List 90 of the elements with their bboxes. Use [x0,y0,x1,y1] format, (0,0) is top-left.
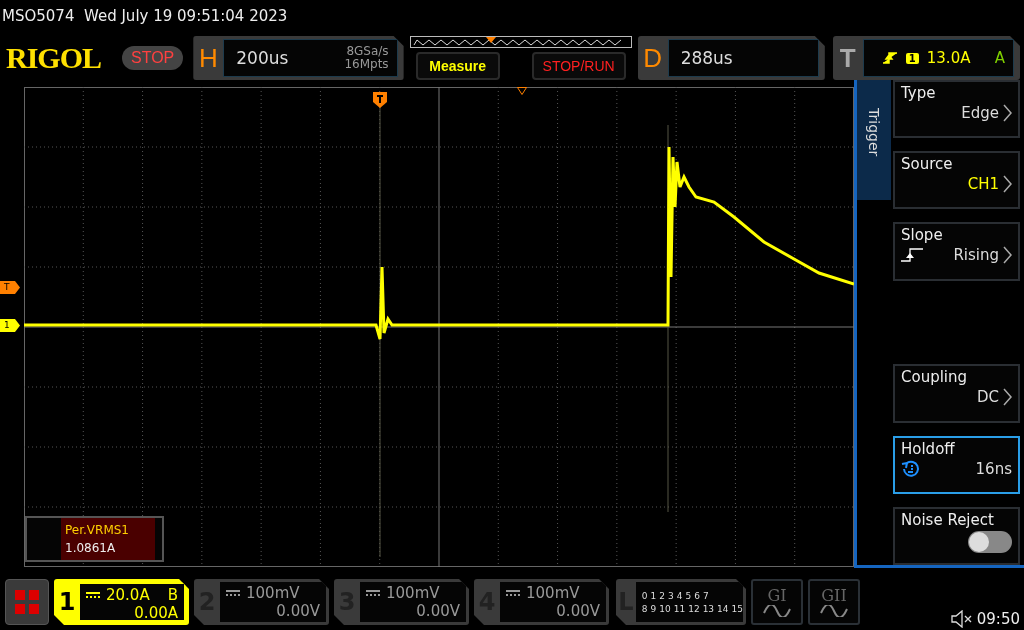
measurement-name: Per.VRMS1 [65,523,130,537]
generator-button[interactable]: GII [808,579,860,625]
logic-bit: 13 [702,603,715,614]
stop-run-button[interactable]: STOP/RUN [531,52,626,80]
channel-offset: 0.00V [276,602,320,620]
memory-overview-icon [409,36,632,48]
delay-panel[interactable]: D 288us [637,36,825,80]
channel-number: 1 [57,588,77,616]
channel-marker: 1 [0,319,20,332]
logic-bit: 2 [659,590,665,601]
menu-item-value: 16ns [975,459,1012,478]
menu-item-value: CH1 [967,175,999,194]
channel-offset: 0.00A [134,604,178,622]
dc-coupling-icon [366,590,380,596]
logic-bit: 7 [702,590,709,601]
logic-bit: 10 [659,603,671,614]
logic-bit: 15 [731,603,743,614]
generator-label: GII [821,587,847,605]
menu-item-label: Noise Reject [901,510,995,529]
menu-item[interactable]: Source CH1 [893,151,1020,210]
delay-marker-icon [517,87,527,95]
status-line: MSO5074 Wed July 19 09:51:04 2023 [1,6,289,27]
channel-scale: 100mV [386,584,440,602]
measurement-value: 1.0861A [65,541,117,555]
knob-icon [901,459,921,478]
trigger-panel[interactable]: T 1 13.0A A [832,36,1020,80]
menu-item-value: DC [976,388,999,407]
rising-edge-icon [881,51,898,65]
sine-wave-icon [820,605,848,617]
horizontal-panel[interactable]: H 200us 8GSa/s 16Mpts [193,36,404,80]
chevron-right-icon [1003,246,1012,265]
channel-scale: 20.0A [106,586,150,604]
logic-bit: 5 [685,590,692,601]
logic-bit: 4 [676,590,683,601]
channel-button[interactable]: 1 20.0A B 0.00A [54,579,189,625]
dc-coupling-icon [86,592,100,598]
delay-label: D [642,42,663,74]
menu-item-label: Slope [901,226,944,245]
menu-item-label: Source [901,155,954,174]
chevron-right-icon [1003,104,1012,122]
chevron-right-icon [1003,388,1012,407]
logic-bit: 14 [717,603,729,614]
logic-bit: 3 [668,590,674,601]
channel-scale: 100mV [526,584,580,602]
logic-bit: 0 [641,590,648,601]
logic-bit: 1 [650,590,657,601]
logic-bit: 12 [688,603,700,614]
menu-item[interactable]: Noise Reject [893,506,1020,565]
menu-item-value: Edge [961,104,999,122]
delay-value: 288us [680,48,734,68]
generator-label: GI [767,587,787,605]
logic-bit: 11 [673,603,686,614]
menu-item-label: Coupling [901,368,969,387]
generator-button[interactable]: GI [751,579,803,625]
trigger-label: T [838,42,857,74]
brand-logo: RIGOL [6,41,103,75]
menu-title-tab[interactable]: Trigger [857,80,891,200]
chevron-right-icon [1003,175,1012,194]
trigger-mode: A [994,49,1005,67]
logic-bit: 8 [641,603,648,614]
menu-item-label: Type [901,84,937,102]
trigger-level-marker: T [0,281,20,294]
channel-scale: 100mV [246,584,300,602]
trigger-position-marker-icon [373,92,387,108]
logic-bit: 6 [694,590,700,601]
dc-coupling-icon [506,590,520,596]
memory-depth: 16Mpts [344,58,389,71]
menu-item[interactable]: Slope Rising [893,222,1020,281]
menu-item-value: Rising [953,246,999,265]
channel-offset: 0.00V [556,602,600,620]
bandwidth-limit-label: B [167,586,178,604]
sample-rate: 8GSa/s [346,45,389,58]
dc-coupling-icon [226,590,240,596]
measure-button[interactable]: Measure [415,52,500,80]
grid-icon [15,590,39,614]
rising-edge-icon [901,248,923,263]
timebase-value: 200us [236,48,290,68]
noise-reject-toggle[interactable] [968,530,1012,553]
menu-item[interactable]: Holdoff 16ns [893,435,1020,494]
menu-item[interactable]: Coupling DC [893,364,1020,423]
logic-bit: 9 [650,603,657,614]
trigger-source-badge: 1 [905,52,919,64]
horizontal-label: H [197,42,219,74]
menu-item[interactable]: Type Edge [893,80,1020,139]
channel-offset: 0.00V [416,602,460,620]
menu-item-label: Holdoff [901,439,956,458]
sine-wave-icon [763,605,791,617]
clock-time: 09:50 [976,610,1020,628]
speaker-muted-icon [950,610,973,628]
trigger-level: 13.0A [926,49,972,67]
